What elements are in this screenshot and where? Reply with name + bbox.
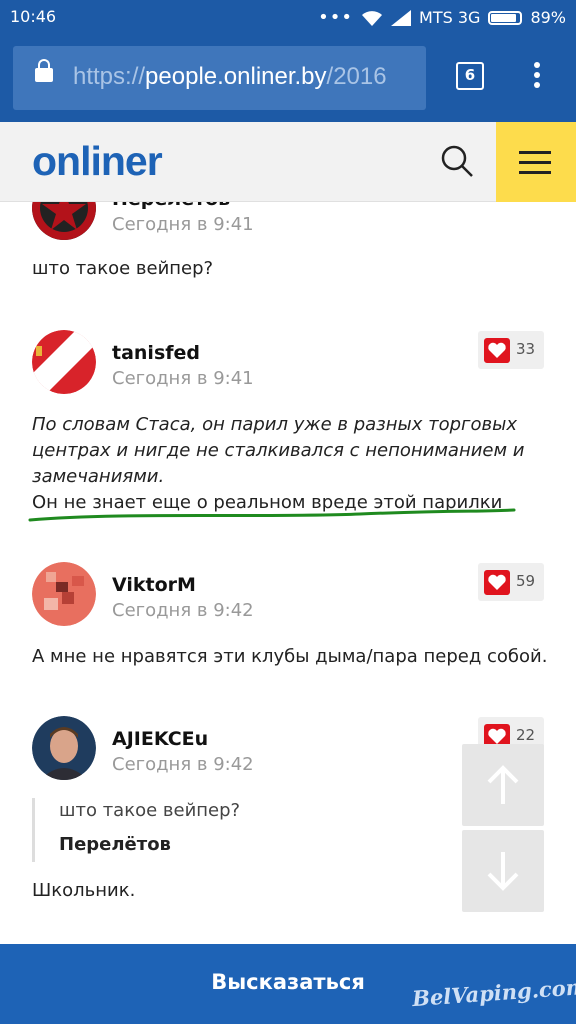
status-icons: ••• MTS 3G 89% xyxy=(318,7,566,28)
green-underline-mark xyxy=(28,508,516,522)
comment-time: Сегодня в 9:41 xyxy=(112,368,254,389)
comment-time: Сегодня в 9:42 xyxy=(112,600,254,621)
avatar[interactable] xyxy=(32,562,96,626)
comment-text: А мне не нравятся эти клубы дыма/пара пе… xyxy=(32,646,548,667)
status-bar: 10:46 ••• MTS 3G 89% xyxy=(0,0,576,34)
comment-time: Сегодня в 9:42 xyxy=(112,754,254,775)
comment-author[interactable]: tanisfed xyxy=(112,342,200,364)
like-count: 59 xyxy=(516,572,536,590)
arrow-up-icon xyxy=(487,765,519,804)
pixel-avatar-image xyxy=(32,562,96,626)
comment-author[interactable]: ViktorM xyxy=(112,574,196,596)
onliner-logo[interactable]: onliner xyxy=(32,138,163,185)
avatar[interactable] xyxy=(32,202,96,240)
like-count: 33 xyxy=(516,340,536,358)
notification-dots-icon: ••• xyxy=(318,7,354,28)
avatar[interactable] xyxy=(32,716,96,780)
avatar[interactable] xyxy=(32,330,96,394)
battery-percent: 89% xyxy=(530,8,566,27)
quote-author: Перелётов xyxy=(59,834,171,855)
overflow-menu-icon[interactable] xyxy=(532,62,542,92)
signal-icon xyxy=(391,9,412,26)
like-count: 22 xyxy=(516,726,536,744)
arrow-down-icon xyxy=(487,852,519,891)
flag-avatar-image xyxy=(32,330,96,394)
tab-switcher-button[interactable]: 6 xyxy=(456,62,484,90)
clock: 10:46 xyxy=(10,7,57,26)
wifi-icon xyxy=(362,10,383,26)
heart-icon xyxy=(484,338,510,363)
carrier-label: MTS 3G xyxy=(419,8,481,27)
comment-text: што такое вейпер? xyxy=(32,258,214,279)
browser-toolbar: https://people.onliner.by/2016 6 xyxy=(0,34,576,122)
address-bar[interactable]: https://people.onliner.by/2016 xyxy=(13,46,426,110)
scroll-down-button[interactable] xyxy=(462,830,544,912)
photo-avatar-image xyxy=(32,716,96,780)
comment-time: Сегодня в 9:41 xyxy=(112,214,254,235)
quoted-article-text: По словам Стаса, он парил уже в разных т… xyxy=(32,414,525,487)
star-avatar-image xyxy=(32,202,96,240)
comment-author[interactable]: AJIEKCEu xyxy=(112,728,208,750)
url-text[interactable]: https://people.onliner.by/2016 xyxy=(73,63,387,91)
battery-icon xyxy=(488,10,523,25)
heart-icon xyxy=(484,570,510,595)
scroll-up-button[interactable] xyxy=(462,744,544,826)
like-counter[interactable]: 33 xyxy=(478,331,544,369)
hamburger-menu-button[interactable] xyxy=(496,122,576,202)
reply-quote[interactable]: што такое вейпер? Перелётов xyxy=(32,798,452,862)
quote-text: што такое вейпер? xyxy=(59,800,241,821)
search-icon[interactable] xyxy=(440,144,474,178)
like-counter[interactable]: 59 xyxy=(478,563,544,601)
site-header: onliner xyxy=(0,122,576,202)
lock-icon xyxy=(35,59,53,82)
comment-author[interactable]: Перелётов xyxy=(112,202,230,210)
